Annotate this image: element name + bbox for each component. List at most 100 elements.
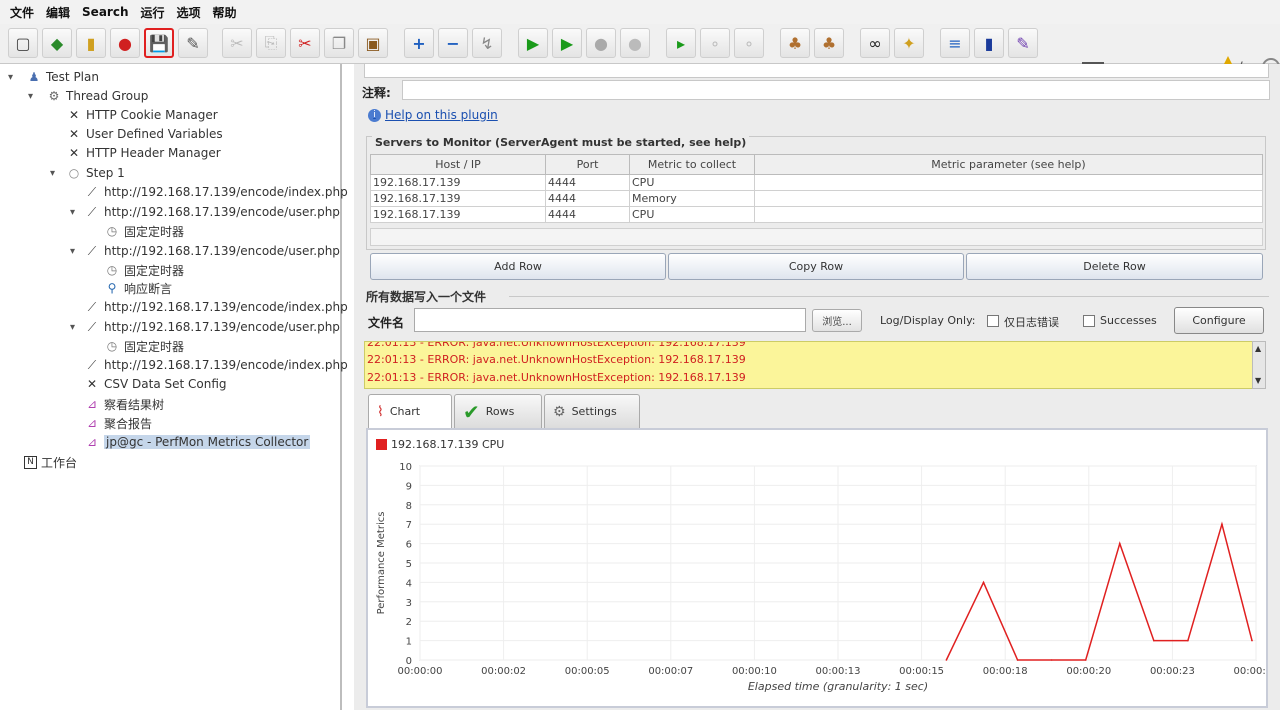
tab-chart[interactable]: ⌇ Chart: [368, 394, 452, 428]
help-icon[interactable]: ▮: [974, 28, 1004, 58]
port-cell[interactable]: 4444: [545, 190, 630, 207]
clear-all-icon[interactable]: ♣: [814, 28, 844, 58]
add-row-button[interactable]: Add Row: [370, 253, 666, 280]
start-icon[interactable]: ▶: [518, 28, 548, 58]
host-cell[interactable]: 192.168.17.139: [370, 206, 546, 223]
table-row[interactable]: 192.168.17.139 4444 Memory: [370, 190, 1263, 207]
tree-node-cookie-manager[interactable]: ✕ HTTP Cookie Manager: [66, 106, 218, 124]
tree-node-header-manager[interactable]: ✕ HTTP Header Manager: [66, 144, 221, 162]
menu-edit[interactable]: 编辑: [40, 4, 76, 21]
metric-cell[interactable]: Memory: [629, 190, 755, 207]
scroll-up-icon[interactable]: ▲: [1255, 344, 1261, 353]
filename-input[interactable]: [414, 308, 806, 332]
menu-help[interactable]: 帮助: [207, 4, 243, 21]
tab-rows[interactable]: ✔ Rows: [454, 394, 542, 428]
tree-node-assertion[interactable]: ⚲ 响应断言: [104, 279, 172, 297]
tree-node-sampler[interactable]: ⟋ http://192.168.17.139/encode/index.php: [84, 183, 348, 201]
copy-row-button[interactable]: Copy Row: [668, 253, 964, 280]
param-cell[interactable]: [754, 190, 1263, 207]
tree-node-user-vars[interactable]: ✕ User Defined Variables: [66, 125, 223, 143]
table-row[interactable]: 192.168.17.139 4444 CPU: [370, 206, 1263, 223]
templates-icon[interactable]: ◆: [42, 28, 72, 58]
successes-label: Successes: [1100, 314, 1157, 327]
comments-field[interactable]: [402, 80, 1270, 100]
scroll-down-icon[interactable]: ▼: [1255, 376, 1261, 385]
clear-icon[interactable]: ♣: [780, 28, 810, 58]
name-field[interactable]: [364, 64, 1269, 78]
collapse-icon[interactable]: ▾: [28, 91, 33, 102]
table-row[interactable]: 192.168.17.139 4444 CPU: [370, 174, 1263, 191]
tree-node-csv-config[interactable]: ✕ CSV Data Set Config: [84, 375, 227, 393]
column-header[interactable]: Metric to collect: [629, 154, 755, 175]
remote-exit-icon[interactable]: ∘: [734, 28, 764, 58]
collapse-icon[interactable]: ▾: [70, 207, 75, 218]
menu-search[interactable]: Search: [76, 5, 134, 19]
param-cell[interactable]: [754, 206, 1263, 223]
save-icon[interactable]: 💾: [144, 28, 174, 58]
tree-node-perfmon[interactable]: ⊿ jp@gc - PerfMon Metrics Collector: [84, 433, 311, 451]
successes-checkbox[interactable]: [1083, 315, 1095, 327]
tree-node-timer[interactable]: ◷ 固定定时器: [104, 222, 184, 240]
menu-options[interactable]: 选项: [171, 4, 207, 21]
column-header[interactable]: Host / IP: [370, 154, 546, 175]
stop-icon[interactable]: ●: [586, 28, 616, 58]
port-cell[interactable]: 4444: [545, 206, 630, 223]
error-log-scrollbar[interactable]: ▲ ▼: [1252, 341, 1266, 389]
metric-cell[interactable]: CPU: [629, 174, 755, 191]
errors-only-checkbox[interactable]: [987, 315, 999, 327]
menu-file[interactable]: 文件: [4, 4, 40, 21]
remote-stop-icon[interactable]: ∘: [700, 28, 730, 58]
reset-search-icon[interactable]: ✦: [894, 28, 924, 58]
function-helper-icon[interactable]: ≡: [940, 28, 970, 58]
save-screenshot-icon[interactable]: ✎: [178, 28, 208, 58]
tree-node-workbench[interactable]: N 工作台: [24, 453, 77, 471]
start-no-pause-icon[interactable]: ▶: [552, 28, 582, 58]
tree-node-results-tree[interactable]: ⊿ 察看结果树: [84, 395, 164, 413]
tree-node-sampler[interactable]: ⟋ http://192.168.17.139/encode/user.php: [84, 318, 340, 336]
collapse-icon[interactable]: ▾: [8, 72, 13, 83]
tree-node-timer[interactable]: ◷ 固定定时器: [104, 337, 184, 355]
param-cell[interactable]: [754, 174, 1263, 191]
shutdown-icon[interactable]: ●: [620, 28, 650, 58]
tree-node-timer[interactable]: ◷ 固定定时器: [104, 261, 184, 279]
close-icon[interactable]: ●: [110, 28, 140, 58]
column-header[interactable]: Port: [545, 154, 630, 175]
collapse-icon[interactable]: ▾: [70, 322, 75, 333]
tree-node-summary[interactable]: ⊿ 聚合报告: [84, 414, 152, 432]
open-icon[interactable]: ▮: [76, 28, 106, 58]
host-cell[interactable]: 192.168.17.139: [370, 190, 546, 207]
cut-icon[interactable]: ✂: [290, 28, 320, 58]
column-header[interactable]: Metric parameter (see help): [754, 154, 1263, 175]
copy-icon[interactable]: ❐: [324, 28, 354, 58]
error-log[interactable]: 22:01:13 - ERROR: java.net.UnknownHostEx…: [364, 341, 1254, 389]
paste-icon[interactable]: ▣: [358, 28, 388, 58]
collapse-icon[interactable]: ▾: [70, 246, 75, 257]
tab-settings[interactable]: ⚙ Settings: [544, 394, 640, 428]
expand-icon[interactable]: +: [404, 28, 434, 58]
tree-node-sampler[interactable]: ⟋ http://192.168.17.139/encode/user.php: [84, 242, 340, 260]
delete-row-button[interactable]: Delete Row: [966, 253, 1263, 280]
menu-run[interactable]: 运行: [134, 4, 170, 21]
tree-node-sampler[interactable]: ⟋ http://192.168.17.139/encode/user.php: [84, 203, 340, 221]
port-cell[interactable]: 4444: [545, 174, 630, 191]
collapse-icon[interactable]: ▾: [50, 168, 55, 179]
tree-node-sampler[interactable]: ⟋ http://192.168.17.139/encode/index.php: [84, 298, 348, 316]
remote-start-icon[interactable]: ▸: [666, 28, 696, 58]
host-cell[interactable]: 192.168.17.139: [370, 174, 546, 191]
tree-node-step[interactable]: ○ Step 1: [66, 164, 125, 182]
tree-node-test-plan[interactable]: ♟ Test Plan: [26, 68, 99, 86]
browse-button[interactable]: 浏览...: [812, 309, 862, 332]
toggle-icon[interactable]: ↯: [472, 28, 502, 58]
search-icon[interactable]: ∞: [860, 28, 890, 58]
tree-node-sampler[interactable]: ⟋ http://192.168.17.139/encode/index.php: [84, 356, 348, 374]
metric-cell[interactable]: CPU: [629, 206, 755, 223]
configure-button[interactable]: Configure: [1174, 307, 1264, 334]
copy-disabled-icon[interactable]: ⎘: [256, 28, 286, 58]
x-tick-label: 00:00:23: [1150, 666, 1195, 677]
cut-disabled-icon[interactable]: ✂: [222, 28, 252, 58]
collapse-icon[interactable]: −: [438, 28, 468, 58]
plugins-manager-icon[interactable]: ✎: [1008, 28, 1038, 58]
tree-node-thread-group[interactable]: ⚙ Thread Group: [46, 87, 149, 105]
help-link[interactable]: i Help on this plugin: [368, 108, 498, 122]
new-icon[interactable]: ▢: [8, 28, 38, 58]
